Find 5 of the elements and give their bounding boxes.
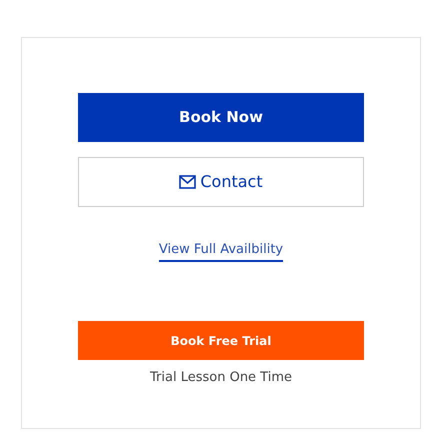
contact-button[interactable]: Contact [78,157,364,207]
view-availability-link[interactable]: View Full Availbility [158,240,284,262]
trial-note: Trial Lesson One Time [150,369,292,387]
book-now-button[interactable]: Book Now [78,93,364,142]
mail-icon [179,175,196,189]
